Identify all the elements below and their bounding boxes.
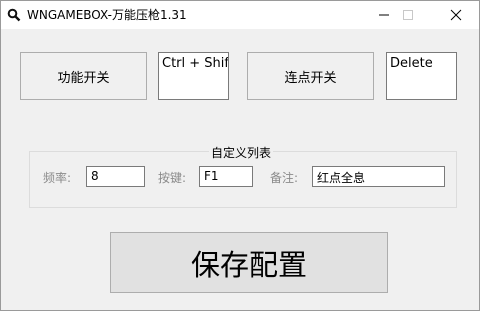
save-config-button[interactable]: 保存配置 bbox=[110, 232, 388, 293]
window-title: WNGAMEBOX-万能压枪1.31 bbox=[27, 8, 187, 22]
close-icon bbox=[450, 9, 462, 21]
magnifier-icon bbox=[7, 7, 21, 22]
autoclick-toggle-button[interactable]: 连点开关 bbox=[247, 52, 374, 100]
maximize-icon bbox=[403, 10, 413, 20]
maximize-button bbox=[385, 1, 431, 29]
title-bar: WNGAMEBOX-万能压枪1.31 bbox=[1, 1, 479, 29]
note-label: 备注: bbox=[270, 171, 299, 185]
frequency-input[interactable]: 8 bbox=[86, 166, 145, 187]
frequency-label: 频率: bbox=[43, 171, 72, 185]
function-toggle-button[interactable]: 功能开关 bbox=[20, 52, 147, 100]
app-window: WNGAMEBOX-万能压枪1.31 功能开关 Ctrl + Shif 连点开关… bbox=[0, 0, 480, 311]
toggle-hotkey-field[interactable]: Ctrl + Shif bbox=[158, 52, 229, 100]
autoclick-hotkey-field[interactable]: Delete bbox=[386, 52, 457, 100]
custom-list-title: 自定义列表 bbox=[209, 144, 274, 161]
note-input[interactable]: 红点全息 bbox=[312, 166, 445, 187]
key-label: 按键: bbox=[158, 171, 187, 185]
close-button[interactable] bbox=[433, 1, 479, 29]
key-input[interactable]: F1 bbox=[199, 166, 253, 187]
